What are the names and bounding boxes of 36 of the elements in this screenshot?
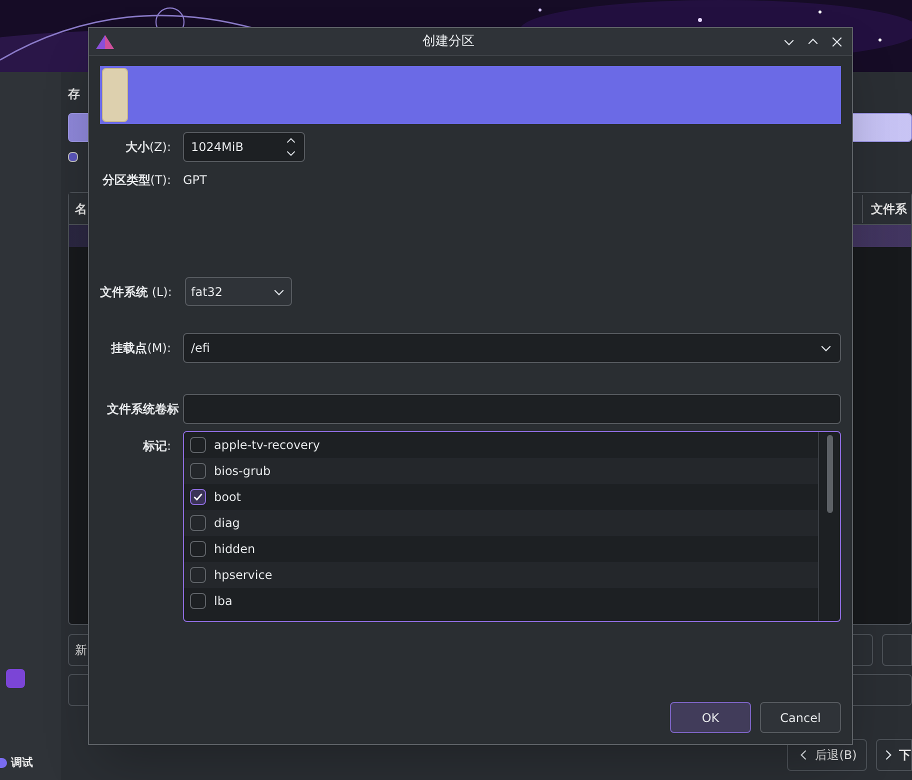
mount-point-dropdown[interactable]: /efi: [183, 333, 841, 363]
section-label: 存: [68, 86, 81, 103]
field-label: 文件系统卷标: [106, 401, 179, 418]
size-spinbox[interactable]: 1024MiB: [183, 132, 305, 162]
sidebar-item[interactable]: 调试: [11, 755, 33, 772]
column-header[interactable]: 名: [75, 200, 87, 218]
column-header[interactable]: 文件系: [871, 200, 911, 218]
sidebar-badge: [6, 669, 25, 688]
close-icon[interactable]: [830, 34, 844, 48]
volume-label-field[interactable]: [183, 394, 841, 424]
flag-item[interactable]: diag: [184, 510, 818, 536]
dialog-button[interactable]: Cancel: [760, 702, 841, 733]
checkbox[interactable]: [190, 593, 206, 609]
field-label: 分区类型(T):: [101, 172, 171, 189]
scrollbar-thumb[interactable]: [826, 435, 832, 513]
check-icon: [192, 491, 204, 503]
file-system-dropdown[interactable]: fat32: [185, 277, 292, 306]
checkbox[interactable]: [190, 463, 206, 479]
dialog-button[interactable]: OK: [670, 702, 751, 733]
checkbox[interactable]: [190, 515, 206, 531]
field-label: 大小(Z):: [124, 139, 171, 156]
app-logo-icon: [95, 34, 115, 50]
flag-item[interactable]: hpservice: [184, 562, 818, 588]
next-button[interactable]: 下: [876, 739, 912, 771]
action-button[interactable]: [882, 634, 912, 666]
field-label: 文件系统 (L):: [100, 284, 171, 300]
field-label: 挂载点(M):: [110, 340, 171, 357]
checkbox[interactable]: [68, 152, 78, 162]
window-title: 创建分区: [422, 32, 476, 51]
checkbox[interactable]: [190, 437, 206, 453]
flag-item[interactable]: bios-grub: [184, 458, 818, 484]
field-label: 标记:: [142, 438, 171, 455]
checkbox[interactable]: [190, 567, 206, 583]
checkbox[interactable]: [190, 541, 206, 557]
partition-type-value: GPT: [183, 172, 207, 189]
checkbox[interactable]: [190, 489, 206, 505]
